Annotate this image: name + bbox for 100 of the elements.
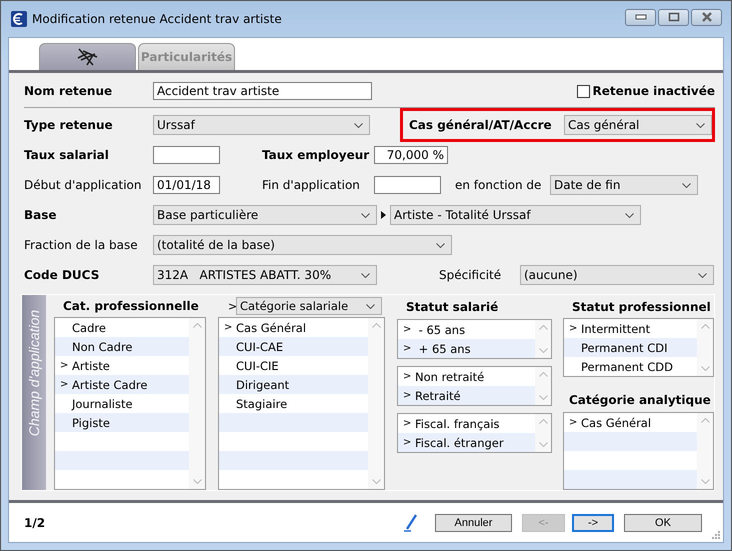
list-row[interactable]: Permanent CDD [564,357,697,376]
code-select[interactable]: 312A ARTISTES ABATT. 30% [153,265,377,285]
scroll-down-icon[interactable] [700,479,710,484]
scroll-down-icon[interactable] [700,366,710,372]
scroll-down-icon[interactable] [192,479,202,484]
item-label: Fiscal. étranger [415,436,504,450]
list-row[interactable]: > Fiscal. étranger [398,433,535,452]
item-label: Journaliste [72,396,133,410]
date-input[interactable] [374,176,441,194]
column-header: Catégorie analytique [569,392,711,407]
field-label: Type retenue [24,118,114,132]
scroll-up-icon[interactable] [700,324,710,330]
rate-input[interactable]: 70,000 % [374,146,448,164]
item-label: Permanent CDD [581,360,673,374]
close-icon [700,12,714,22]
dropdown[interactable]: (aucune) [520,265,714,285]
list-row[interactable]: > + 65 ans [398,339,535,358]
scroll-down-icon[interactable] [538,348,548,353]
scroll-down-icon[interactable] [538,395,548,400]
list-box[interactable]: > Intermittent Permanent CDI Permanent CDD [563,318,714,378]
list-box[interactable]: > Fiscal. français > Fiscal. étranger [397,413,552,453]
pen-icon[interactable] [404,514,418,532]
list-row[interactable]: Cadre [55,318,189,337]
chevron-down-icon [361,212,370,218]
list-box[interactable]: Cadre Non Cadre > Artiste > Artiste Cadre Journaliste Pigiste [54,317,206,490]
list-row[interactable]: Permanent CDI [564,338,697,358]
scroll-up-icon[interactable] [192,323,202,328]
item-label: - 65 ans [418,322,466,336]
case-select[interactable]: Cas général [564,115,712,135]
list-row[interactable]: > Artiste Cadre [55,375,189,394]
item-label: Artiste [72,358,110,372]
marker: > [224,322,234,333]
app-icon [11,11,27,27]
item-label: Non retraité [415,370,484,384]
scroll-up-icon[interactable] [538,325,548,330]
scroll-up-icon[interactable] [700,418,710,423]
item-label: Dirigeant [236,378,290,392]
marker: > [569,417,578,428]
dialog-button[interactable]: OK [624,514,702,532]
list-row[interactable]: > Cas Général [564,413,697,432]
marker: > [403,343,412,354]
list-box[interactable]: > - 65 ans > + 65 ans [397,319,552,359]
marker: > [403,437,412,448]
marker: > [403,418,412,429]
list-box[interactable]: > Cas Général [563,412,714,490]
item-label: Pigiste [72,416,110,430]
list-row[interactable]: > Intermittent [564,319,697,338]
scroll-down-icon[interactable] [372,479,380,484]
dropdown[interactable]: Date de fin [550,175,698,195]
field-label: Taux employeur [262,148,370,162]
marker: > [60,379,70,390]
list-row[interactable]: Journaliste [55,394,189,413]
list-row[interactable]: > Retraité [398,386,535,405]
item-label: Non Cadre [72,340,133,354]
chevron-down-icon [354,122,363,128]
list-row[interactable]: Pigiste [55,413,189,432]
item-label: Intermittent [581,322,650,336]
name-input[interactable]: Accident trav artiste [153,82,372,100]
scroll-up-icon[interactable] [372,323,380,328]
item-label: Fiscal. français [415,416,500,430]
dialog-button[interactable]: -> [572,514,614,532]
resize-grip[interactable] [712,531,720,539]
list-row[interactable]: Non Cadre [55,337,189,356]
marker: > [403,324,412,335]
field-label: Code DUCS [24,268,100,282]
close-button[interactable] [691,8,722,26]
category-select[interactable]: Catégorie salariale [236,297,382,315]
chevron-down-icon [366,304,375,308]
rate-input[interactable] [153,146,220,164]
chair-tab[interactable] [39,43,136,70]
list-row[interactable]: Stagiaire [219,394,368,413]
maximize-icon [668,12,680,22]
list-row[interactable]: Dirigeant [219,375,368,394]
list-box[interactable]: > Non retraité > Retraité [397,366,552,406]
minimize-button[interactable] [625,8,656,26]
date-input[interactable]: 01/01/18 [153,176,220,194]
fraction-select[interactable]: (totalité de la base) [153,235,452,255]
base-select[interactable]: Base particulière [153,205,377,225]
list-row[interactable]: > Fiscal. français [398,414,535,433]
list-row[interactable]: > Non retraité [398,367,535,386]
column-header: Statut professionnel [572,300,711,314]
maximize-button[interactable] [658,8,689,26]
scroll-down-icon[interactable] [538,442,548,447]
field-label: Spécificité [439,268,502,282]
minimize-icon [634,14,646,20]
field-label: en fonction de [455,178,542,192]
list-row[interactable]: CUI-CIE [219,356,368,375]
list-box[interactable]: > Cas Général CUI-CAE CUI-CIE Dirigeant Stagiaire [218,317,385,490]
checkbox[interactable] [576,84,590,98]
scroll-up-icon[interactable] [538,372,548,377]
list-row[interactable]: > Artiste [55,356,189,375]
list-row[interactable]: > - 65 ans [398,320,535,339]
type-select[interactable]: Urssaf [153,115,370,135]
dialog-button[interactable]: Annuler [435,514,512,532]
scroll-up-icon[interactable] [538,419,548,424]
list-row[interactable]: CUI-CAE [219,337,368,356]
list-row[interactable]: > Cas Général [219,318,368,337]
base-detail-select[interactable]: Artiste - Totalité Urssaf [390,205,641,225]
chevron-down-icon [682,182,691,188]
item-label: Cas Général [581,416,652,430]
